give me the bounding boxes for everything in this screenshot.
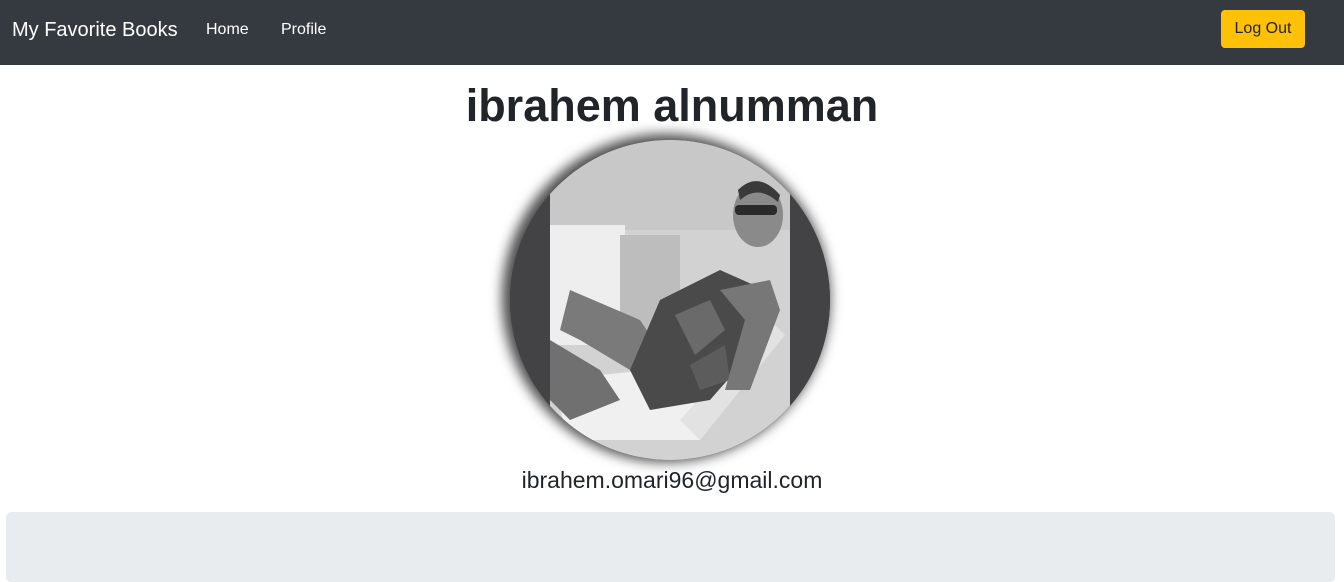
nav-link-profile[interactable]: Profile bbox=[281, 20, 326, 40]
nav-link-home[interactable]: Home bbox=[206, 20, 249, 40]
profile-photo-icon bbox=[510, 140, 830, 460]
content-panel bbox=[6, 512, 1335, 582]
profile-email: ibrahem.omari96@gmail.com bbox=[521, 467, 823, 493]
profile-name: ibrahem alnumman bbox=[465, 80, 879, 131]
logout-button[interactable]: Log Out bbox=[1221, 10, 1305, 48]
navbar: My Favorite Books Home Profile Log Out bbox=[0, 0, 1344, 65]
brand-link[interactable]: My Favorite Books bbox=[12, 18, 178, 42]
profile-avatar bbox=[510, 140, 830, 460]
